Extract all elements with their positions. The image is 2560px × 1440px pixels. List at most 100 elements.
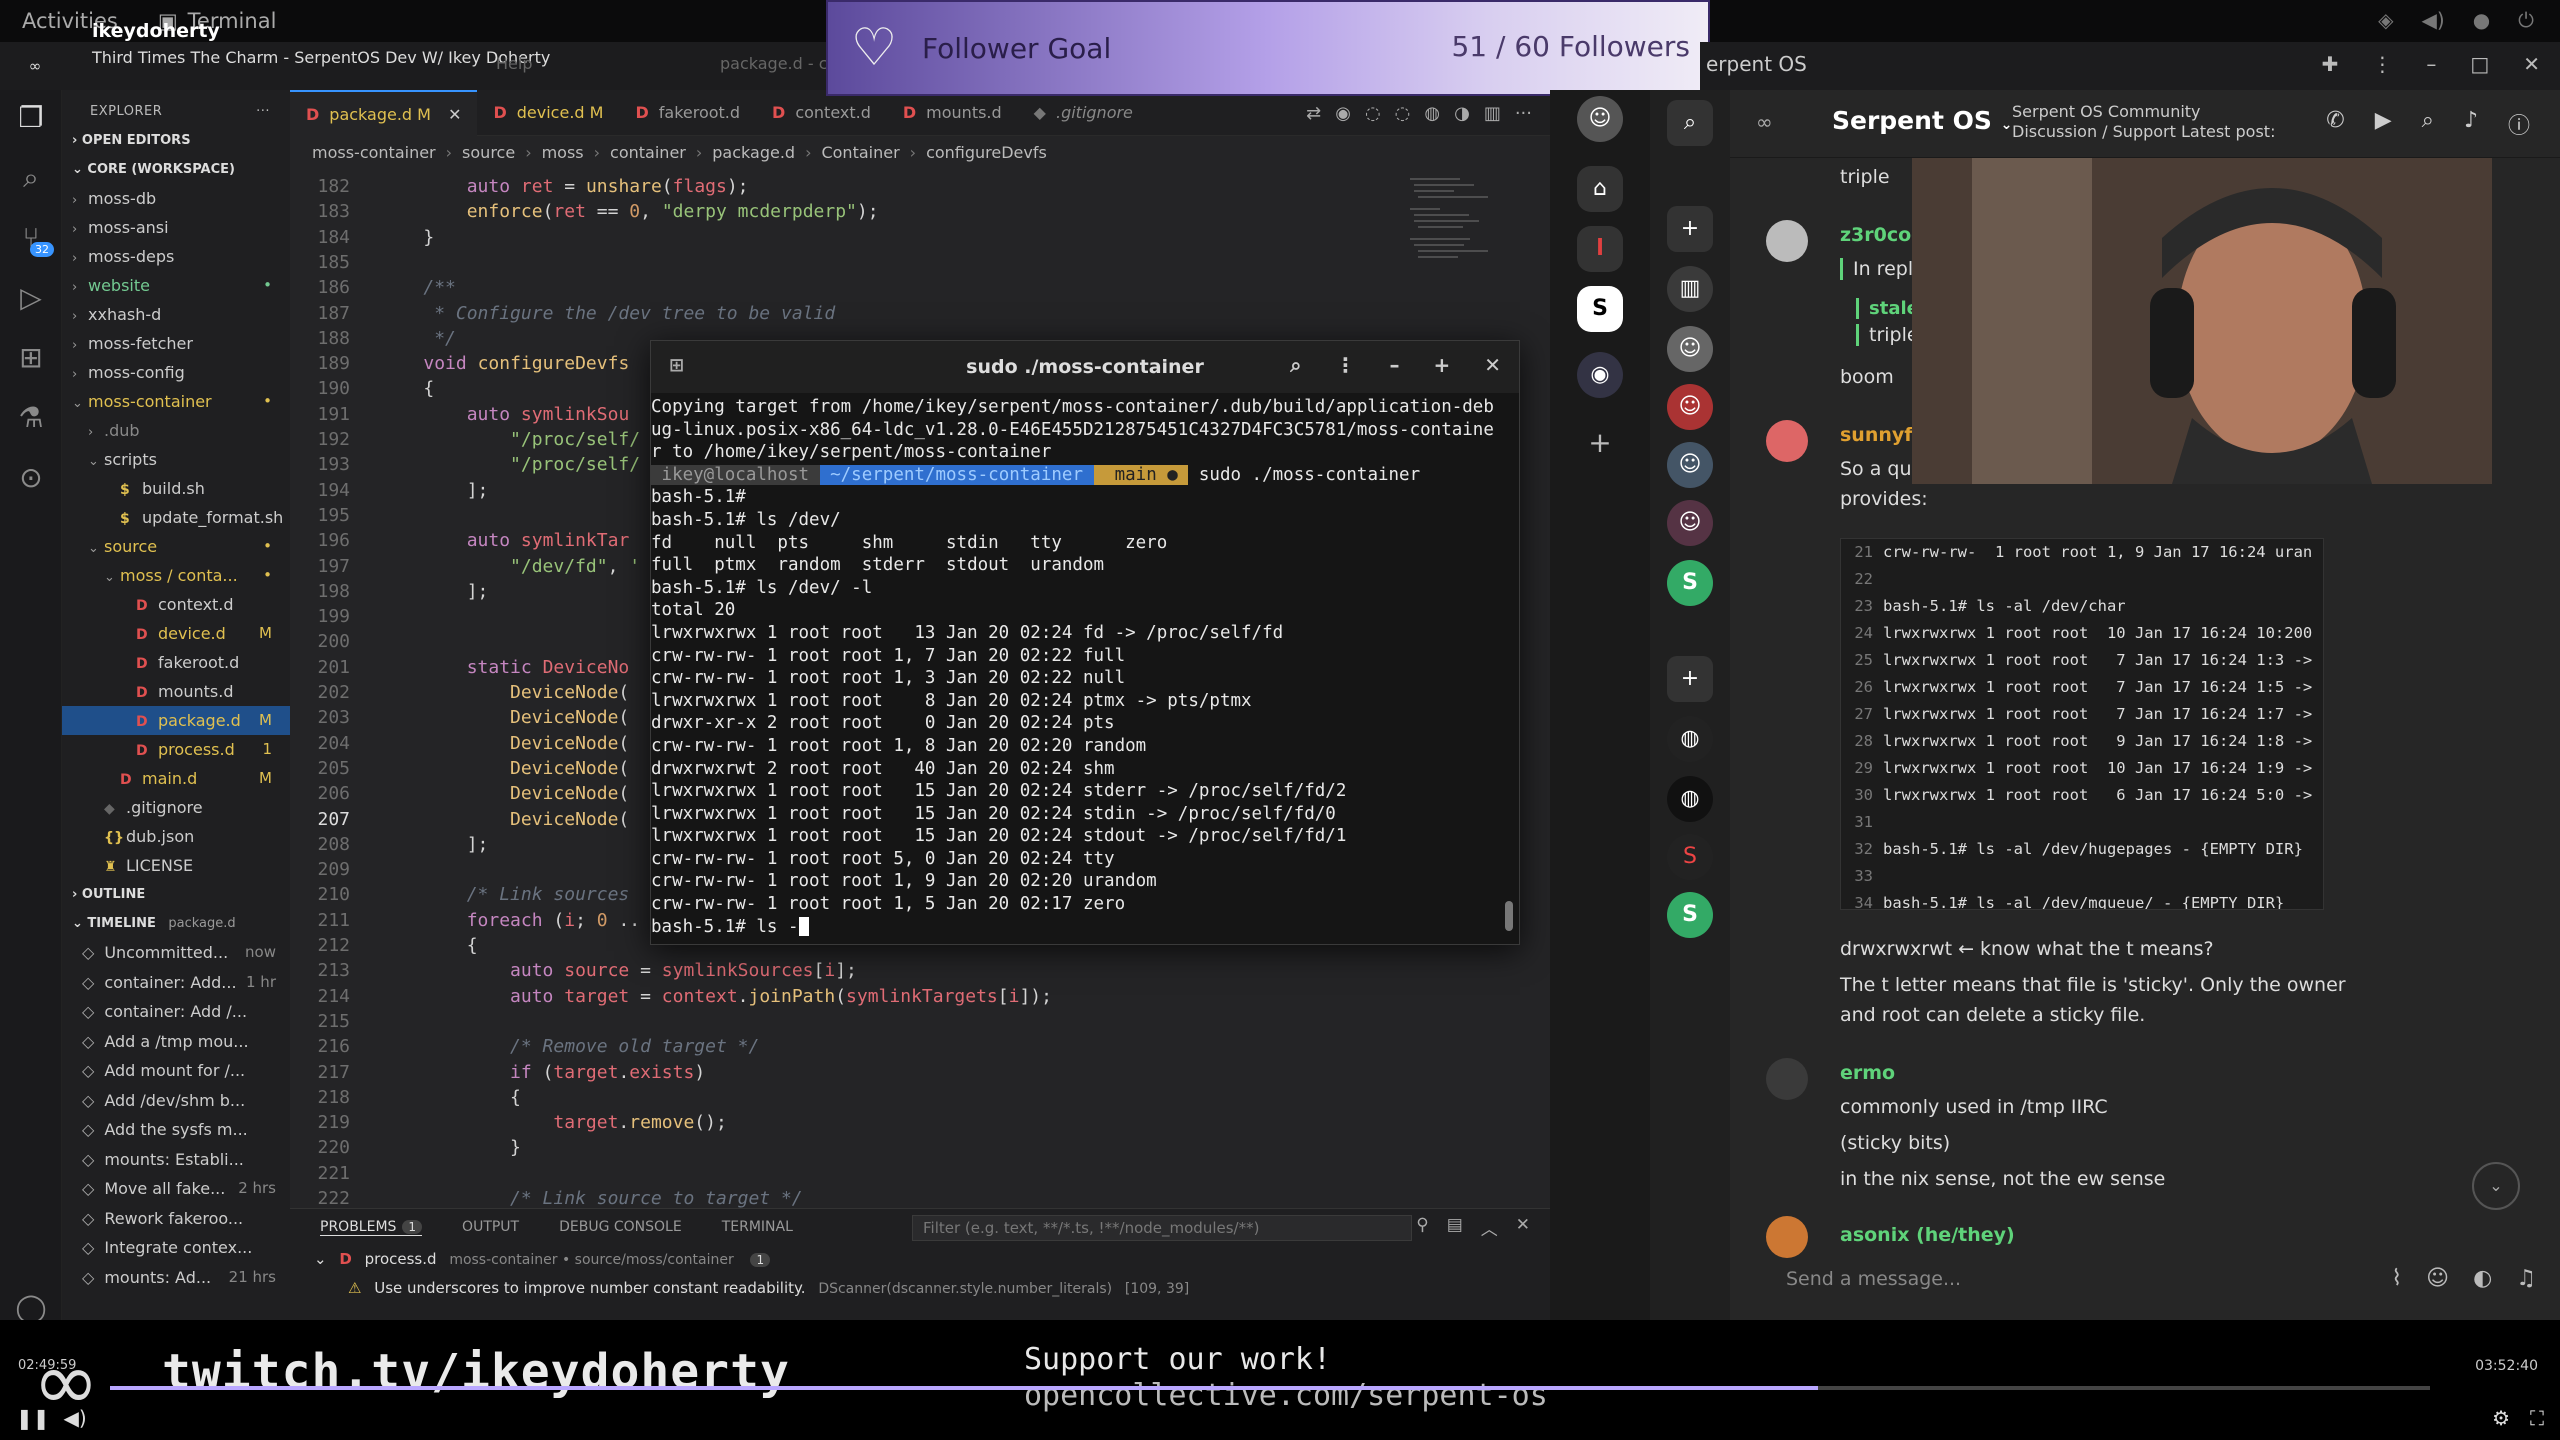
- editor-tab[interactable]: Ddevice.d M: [477, 90, 619, 136]
- tree-item[interactable]: Dprocess.d 1: [62, 735, 290, 764]
- server-icon-serpent[interactable]: S: [1577, 286, 1623, 332]
- dm-avatar[interactable]: S: [1667, 834, 1713, 880]
- user-avatar[interactable]: [1766, 220, 1808, 262]
- search-icon[interactable]: ⌕: [1290, 353, 1301, 377]
- tree-item[interactable]: ◆ .gitignore: [62, 793, 290, 822]
- open-changes-icon[interactable]: ◉: [1335, 103, 1351, 124]
- close-icon[interactable]: ✕: [1484, 353, 1501, 377]
- tree-item[interactable]: ⌄ source •: [62, 532, 290, 561]
- editor-tab[interactable]: Dfakeroot.d: [619, 90, 756, 136]
- message-input[interactable]: Send a message... ⌇ ☺ ◐ ♫: [1770, 1258, 2550, 1304]
- video-progress-bar[interactable]: [110, 1386, 2430, 1390]
- tree-item[interactable]: ♜ LICENSE: [62, 851, 290, 880]
- tab-debug-console[interactable]: DEBUG CONSOLE: [559, 1219, 682, 1235]
- user-avatar[interactable]: [1766, 1058, 1808, 1100]
- timeline-icon[interactable]: ◍: [1424, 103, 1440, 124]
- user-avatar[interactable]: ☺: [1577, 96, 1623, 142]
- add-icon[interactable]: +: [1667, 206, 1713, 252]
- volume-icon[interactable]: ◀): [64, 1406, 87, 1430]
- puzzle-icon[interactable]: ✚: [2322, 52, 2339, 76]
- compare-icon[interactable]: ⇄: [1306, 103, 1321, 124]
- tree-item[interactable]: Dmounts.d: [62, 677, 290, 706]
- tree-item[interactable]: Dpackage.d M: [62, 706, 290, 735]
- scroll-down-icon[interactable]: ⌄: [2472, 1162, 2520, 1210]
- tree-item[interactable]: Dmain.d M: [62, 764, 290, 793]
- sticker-icon[interactable]: ◐: [2473, 1266, 2492, 1291]
- tree-item[interactable]: Dfakeroot.d: [62, 648, 290, 677]
- timeline-item[interactable]: ◇ Add a /tmp mou...: [62, 1027, 290, 1057]
- maximize-icon[interactable]: +: [1433, 353, 1450, 377]
- timeline-item[interactable]: ◇ Rework fakeroo...: [62, 1204, 290, 1234]
- maximize-icon[interactable]: □: [2470, 52, 2489, 76]
- breadcrumb-item[interactable]: container: [610, 143, 686, 162]
- filter-icon[interactable]: ⚲: [1416, 1215, 1428, 1240]
- editor-tab[interactable]: Dpackage.d M ✕: [290, 90, 478, 136]
- terminal-output[interactable]: Copying target from /home/ikey/serpent/m…: [651, 396, 1511, 936]
- dm-avatar[interactable]: ◍: [1667, 776, 1713, 822]
- close-icon[interactable]: ✕: [2523, 52, 2540, 76]
- tree-item[interactable]: › moss-db: [62, 184, 290, 213]
- tab-output[interactable]: OUTPUT: [462, 1219, 519, 1235]
- dm-avatar[interactable]: ◍: [1667, 716, 1713, 762]
- server-name[interactable]: Serpent OS ⌄: [1832, 106, 2012, 135]
- tree-item[interactable]: ⌄ moss-container •: [62, 387, 290, 416]
- tree-item[interactable]: › moss-config: [62, 358, 290, 387]
- dm-avatar[interactable]: ▥: [1667, 266, 1713, 312]
- user-avatar[interactable]: [1766, 420, 1808, 462]
- tree-item[interactable]: $ update_format.sh: [62, 503, 290, 532]
- editor-tab[interactable]: Dcontext.d: [756, 90, 887, 136]
- tree-item[interactable]: Dcontext.d: [62, 590, 290, 619]
- collapse-all-icon[interactable]: ▤: [1447, 1215, 1463, 1240]
- info-icon[interactable]: ⓘ: [2508, 108, 2530, 140]
- system-tray[interactable]: ◈ ◀) ● ⏻: [2378, 8, 2534, 32]
- git-graph-icon[interactable]: ⊙: [13, 460, 49, 496]
- server-icon-l[interactable]: l: [1577, 226, 1623, 272]
- explorer-icon[interactable]: ❐: [13, 100, 49, 136]
- settings-icon[interactable]: ⚙: [2492, 1406, 2510, 1430]
- timeline-item[interactable]: ◇ mounts: Ad... 21 hrs: [62, 1263, 290, 1293]
- run-debug-icon[interactable]: ▷: [13, 280, 49, 316]
- timeline-item[interactable]: ◇ Add /dev/shm b...: [62, 1086, 290, 1116]
- breadcrumb-item[interactable]: Container: [821, 143, 899, 162]
- timeline-item[interactable]: ◇ Add the sysfs m...: [62, 1115, 290, 1145]
- timeline-item[interactable]: ◇ container: Add /...: [62, 997, 290, 1027]
- prev-change-icon[interactable]: ◌: [1365, 103, 1381, 124]
- user-avatar[interactable]: [1766, 1216, 1808, 1258]
- bell-icon[interactable]: ♪: [2464, 108, 2478, 140]
- timeline-item[interactable]: ◇ Uncommitted... now: [62, 938, 290, 968]
- add-icon[interactable]: +: [1667, 656, 1713, 702]
- tree-item[interactable]: $ build.sh: [62, 474, 290, 503]
- search-icon[interactable]: ⌕: [13, 160, 49, 196]
- breadcrumb-item[interactable]: source: [462, 143, 515, 162]
- terminal-input-line[interactable]: bash-5.1# ls -: [651, 916, 1511, 936]
- close-panel-icon[interactable]: ✕: [1516, 1215, 1530, 1240]
- tree-item[interactable]: ⌄ moss / conta... •: [62, 561, 290, 590]
- split-editor-icon[interactable]: ▥: [1484, 103, 1501, 124]
- problems-filter-input[interactable]: Filter (e.g. text, **/*.ts, !**/node_mod…: [912, 1215, 1412, 1241]
- next-change-icon[interactable]: ◌: [1395, 103, 1411, 124]
- more-icon[interactable]: ···: [256, 98, 270, 126]
- search-icon[interactable]: ⌕: [1667, 100, 1713, 146]
- tree-item[interactable]: Ddevice.d M: [62, 619, 290, 648]
- emoji-icon[interactable]: ☺: [2426, 1266, 2449, 1291]
- timeline-item[interactable]: ◇ container: Add... 1 hr: [62, 968, 290, 998]
- minimize-icon[interactable]: –: [1389, 353, 1399, 377]
- tab-terminal[interactable]: TERMINAL: [722, 1219, 793, 1235]
- maximize-panel-icon[interactable]: ︿: [1481, 1215, 1498, 1240]
- breadcrumb-item[interactable]: package.d: [712, 143, 795, 162]
- problem-row[interactable]: ⚠ Use underscores to improve number cons…: [290, 1274, 1550, 1303]
- dm-avatar[interactable]: S: [1667, 892, 1713, 938]
- timeline-item[interactable]: ◇ Move all fake... 2 hrs: [62, 1174, 290, 1204]
- home-icon[interactable]: ⌂: [1577, 166, 1623, 212]
- dm-avatar[interactable]: ☺: [1667, 500, 1713, 546]
- testing-icon[interactable]: ⚗: [13, 400, 49, 436]
- open-editors-section[interactable]: › OPEN EDITORS: [62, 126, 290, 155]
- search-icon[interactable]: ⌕: [2422, 108, 2434, 140]
- outline-section[interactable]: › OUTLINE: [62, 880, 290, 909]
- menu-icon[interactable]: ⋮: [2372, 52, 2392, 76]
- timeline-item[interactable]: ◇ Add mount for /...: [62, 1056, 290, 1086]
- video-icon[interactable]: ▶: [2375, 108, 2392, 140]
- workspace-section[interactable]: ⌄ CORE (WORKSPACE): [62, 155, 290, 184]
- timeline-item[interactable]: ◇ mounts: Establi...: [62, 1145, 290, 1175]
- menu-help[interactable]: Help: [496, 54, 532, 73]
